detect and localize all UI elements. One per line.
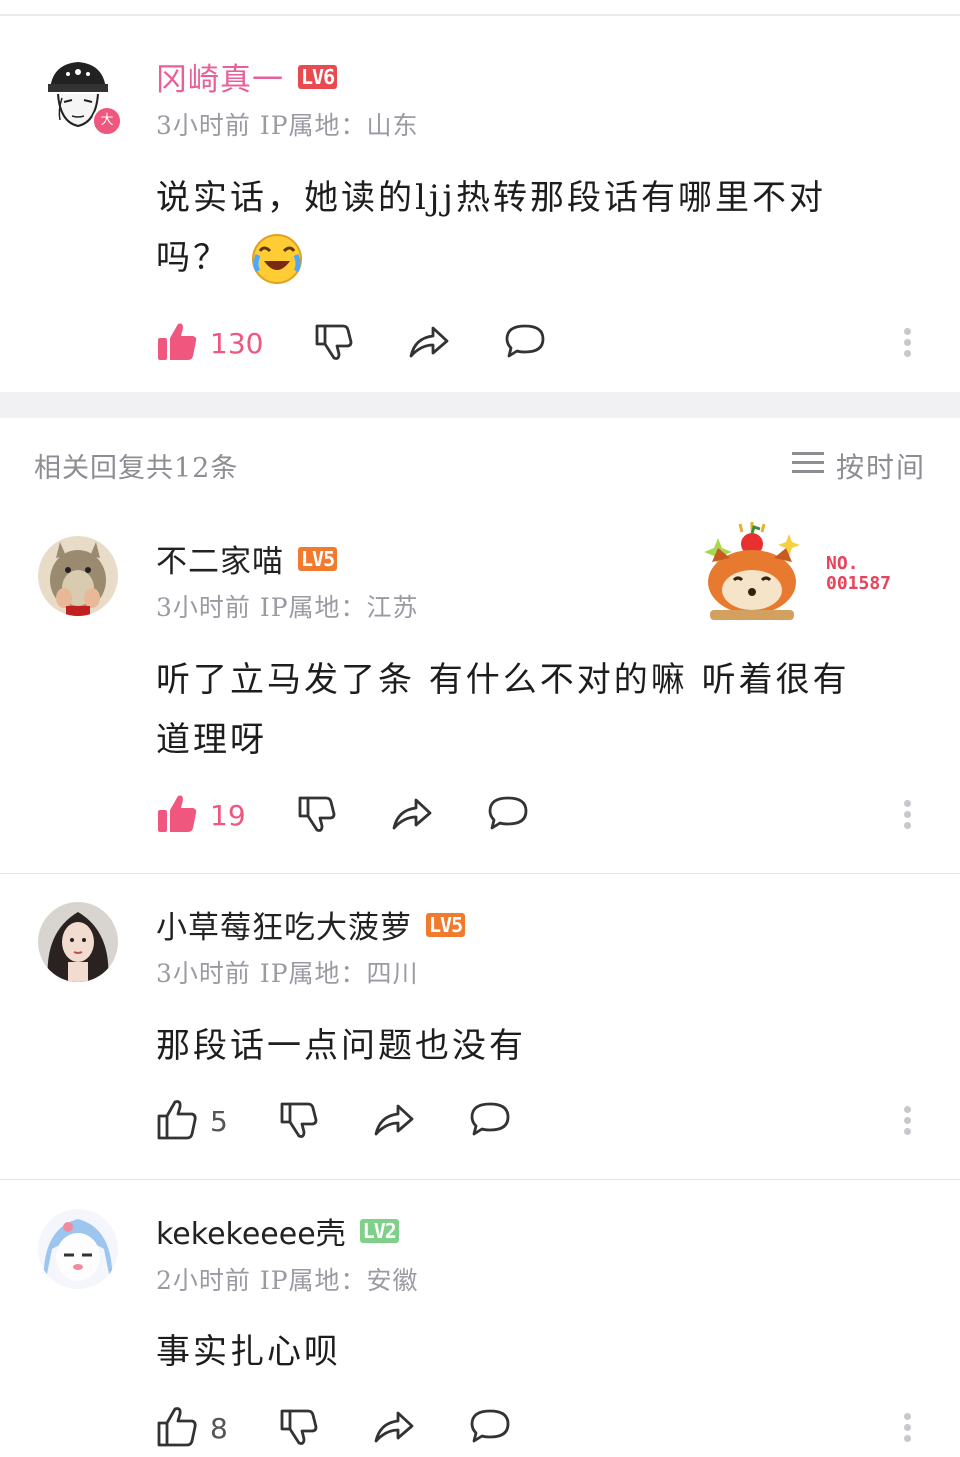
sort-toggle[interactable]: 按时间 <box>791 446 926 486</box>
thumbs-down-icon[interactable] <box>278 1405 320 1451</box>
username[interactable]: 不二家喵 <box>156 536 284 581</box>
comment-text-line: 听了立马发了条 有什么不对的嘛 听着很有 <box>156 660 850 700</box>
comment-text-line: 道理呀 <box>156 720 267 760</box>
more-options-icon[interactable] <box>904 324 912 361</box>
share-icon[interactable] <box>372 1405 416 1451</box>
sticker-number-prefix: NO. <box>826 553 859 574</box>
name-row: 冈崎真一 LV6 <box>156 54 338 99</box>
thumbs-up-filled-icon <box>156 320 198 366</box>
avatar[interactable] <box>38 902 118 982</box>
list-icon <box>791 450 824 483</box>
name-row: kekekeeee壳 LV2 <box>156 1209 399 1253</box>
more-options-icon[interactable] <box>904 796 912 833</box>
level-badge: LV2 <box>359 1219 399 1243</box>
comment-text-line: 吗？ <box>156 238 230 278</box>
comment-text[interactable]: 那段话一点问题也没有 <box>156 1016 916 1076</box>
sticker-number: NO. 001587 <box>826 554 891 594</box>
section-divider <box>0 392 960 418</box>
sort-label: 按时间 <box>835 451 926 484</box>
name-row: 不二家喵 LV5 <box>156 536 338 581</box>
comment-actions: 19 <box>156 792 530 838</box>
more-options-icon[interactable] <box>904 1102 912 1139</box>
username[interactable]: 冈崎真一 <box>156 54 284 99</box>
reply-icon[interactable] <box>503 320 547 366</box>
avatar[interactable] <box>38 1209 118 1289</box>
like-count: 130 <box>210 326 264 360</box>
comment-text-line: 那段话一点问题也没有 <box>156 1026 526 1066</box>
thumbs-down-icon[interactable] <box>313 320 355 366</box>
comment-actions: 130 <box>156 320 547 366</box>
reply-divider <box>0 873 960 874</box>
like-count: 8 <box>210 1411 228 1445</box>
top-divider <box>0 14 960 16</box>
sticker-number-value: 001587 <box>826 573 892 594</box>
comment-actions: 8 <box>156 1405 512 1451</box>
thumbs-up-icon <box>156 1405 198 1451</box>
comment-meta: 2小时前 IP属地：安徽 <box>156 1266 419 1295</box>
comment-text-line: 事实扎心呗 <box>156 1332 341 1372</box>
share-icon[interactable] <box>390 792 434 838</box>
share-icon[interactable] <box>372 1098 416 1144</box>
like-count: 5 <box>210 1104 228 1138</box>
name-row: 小草莓狂吃大菠萝 LV5 <box>156 902 466 947</box>
comment-text-line-2: 吗？ <box>156 228 916 288</box>
avatar-badge: 大 <box>92 106 122 136</box>
reply-icon[interactable] <box>468 1405 512 1451</box>
thumbs-down-icon[interactable] <box>296 792 338 838</box>
reply-divider <box>0 1179 960 1180</box>
comment-meta: 3小时前 IP属地：山东 <box>156 111 419 140</box>
username[interactable]: kekekeeee壳 <box>156 1209 346 1253</box>
red-panda-sticker-icon <box>700 518 810 628</box>
like-button[interactable]: 130 <box>156 320 263 366</box>
avatar[interactable] <box>38 536 118 616</box>
replies-count-label: 相关回复共12条 <box>34 453 239 484</box>
like-button[interactable]: 19 <box>156 792 246 838</box>
comment-actions: 5 <box>156 1098 512 1144</box>
comment-text[interactable]: 听了立马发了条 有什么不对的嘛 听着很有 道理呀 <box>156 650 916 770</box>
level-badge: LV6 <box>298 64 338 89</box>
username[interactable]: 小草莓狂吃大菠萝 <box>156 902 412 947</box>
like-button[interactable]: 8 <box>156 1405 228 1451</box>
level-badge: LV5 <box>426 912 466 937</box>
comment-text[interactable]: 说实话，她读的ljj热转那段话有哪里不对 吗？ <box>156 168 916 288</box>
thumbs-down-icon[interactable] <box>278 1098 320 1144</box>
reply-icon[interactable] <box>468 1098 512 1144</box>
thumbs-up-filled-icon <box>156 792 198 838</box>
share-icon[interactable] <box>407 320 451 366</box>
level-badge: LV5 <box>298 546 338 571</box>
like-button[interactable]: 5 <box>156 1098 228 1144</box>
reply-icon[interactable] <box>486 792 530 838</box>
comment-text-line: 说实话，她读的ljj热转那段话有哪里不对 <box>156 178 826 218</box>
comment-meta: 3小时前 IP属地：江苏 <box>156 593 419 622</box>
comment-meta: 3小时前 IP属地：四川 <box>156 959 419 988</box>
thumbs-up-icon <box>156 1098 198 1144</box>
more-options-icon[interactable] <box>904 1409 912 1446</box>
like-count: 19 <box>210 798 246 832</box>
laughing-crying-emoji-icon <box>250 231 304 285</box>
comment-text[interactable]: 事实扎心呗 <box>156 1322 916 1382</box>
